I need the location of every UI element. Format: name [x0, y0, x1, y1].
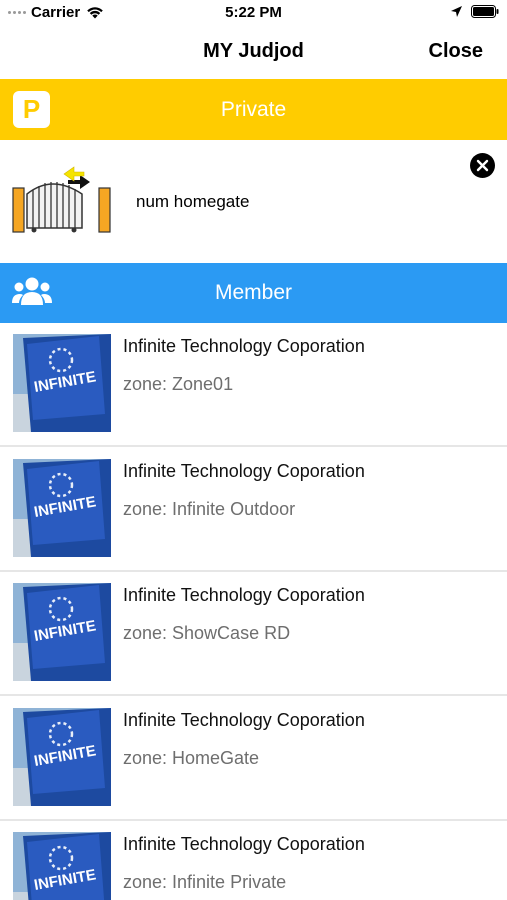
location-arrow-icon [451, 6, 462, 17]
company-logo-image: INFINITE [13, 583, 111, 681]
remove-gate-button[interactable] [470, 153, 495, 178]
group-icon [12, 277, 52, 305]
status-right [450, 5, 499, 18]
member-title: Infinite Technology Coporation [123, 461, 365, 481]
member-zone: zone: HomeGate [123, 748, 260, 768]
company-logo-image: INFINITE [13, 708, 111, 806]
navigation-bar: MY Judjod Close [0, 26, 507, 79]
member-zone: zone: Zone01 [123, 374, 234, 394]
status-time: 5:22 PM [225, 4, 282, 21]
gate-name: num homegate [136, 192, 250, 211]
member-title: Infinite Technology Coporation [123, 585, 365, 605]
list-item[interactable]: INFINITE Infinite Technology Coporation … [0, 697, 507, 821]
company-logo-image: INFINITE [13, 459, 111, 557]
list-item[interactable]: INFINITE Infinite Technology Coporation … [0, 448, 507, 572]
sliding-gate-icon [12, 166, 111, 233]
status-bar: Carrier 5:22 PM [0, 0, 507, 26]
parking-icon: P [13, 91, 50, 128]
private-gate-row[interactable]: num homegate [0, 140, 507, 263]
member-section-title: Member [214, 281, 293, 304]
member-title: Infinite Technology Coporation [123, 710, 365, 730]
member-zone: zone: Infinite Outdoor [123, 499, 296, 519]
private-section-title: Private [220, 97, 287, 121]
member-section-header: Member [0, 263, 507, 323]
member-zone: zone: Infinite Private [123, 872, 287, 892]
member-zone: zone: ShowCase RD [123, 623, 291, 643]
member-title: Infinite Technology Coporation [123, 336, 365, 356]
company-logo-image: INFINITE [13, 334, 111, 432]
company-logo-image: INFINITE [13, 832, 111, 900]
list-item[interactable]: INFINITE Infinite Technology Coporation … [0, 821, 507, 900]
list-item[interactable]: INFINITE Infinite Technology Coporation … [0, 572, 507, 696]
battery-icon [471, 5, 499, 18]
member-title: Infinite Technology Coporation [123, 834, 365, 854]
private-section-header: P Private [0, 79, 507, 140]
close-button[interactable]: Close [429, 40, 483, 63]
list-item[interactable]: INFINITE Infinite Technology Coporation … [0, 323, 507, 447]
